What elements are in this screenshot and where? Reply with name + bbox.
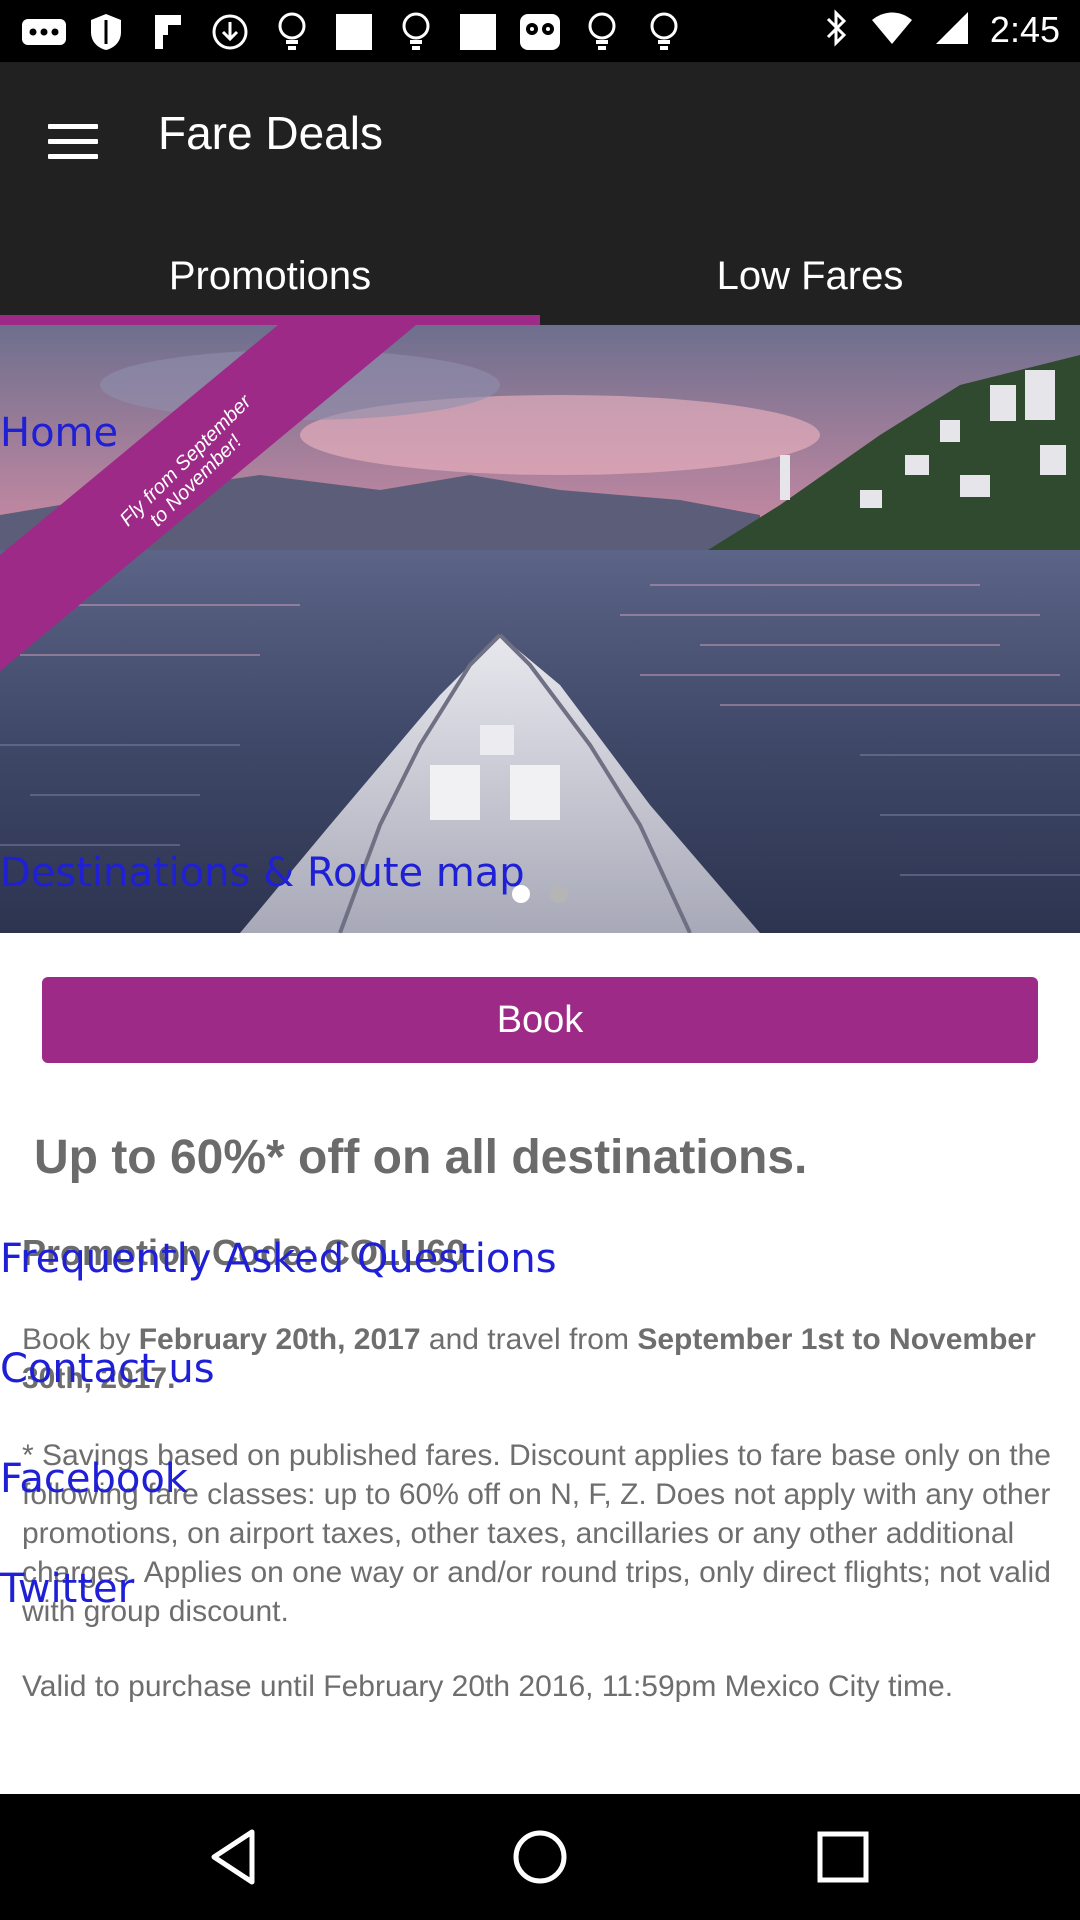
tab-indicator	[0, 315, 540, 325]
wifi-icon	[870, 10, 914, 50]
owl-icon	[518, 10, 562, 54]
square-icon	[456, 10, 500, 54]
recents-icon[interactable]	[808, 1822, 878, 1892]
hamburger-menu-icon[interactable]	[44, 114, 100, 170]
twitter-link[interactable]: Twitter	[0, 1566, 134, 1612]
promo-headline: Up to 60%* off on all destinations.	[34, 1131, 808, 1184]
system-navigation-bar	[0, 1794, 1080, 1920]
lightbulb-icon	[270, 10, 314, 54]
home-icon[interactable]	[505, 1822, 575, 1892]
clock: 2:45	[989, 9, 1060, 50]
validity-text: Valid to purchase until February 20th 20…	[22, 1670, 954, 1703]
tab-label: Low Fares	[716, 253, 904, 298]
status-bar: 2:45	[0, 0, 1080, 62]
lightbulb-icon	[642, 10, 686, 54]
more-icon	[22, 10, 66, 54]
square-icon	[332, 10, 376, 54]
signal-icon	[934, 10, 970, 50]
book-button[interactable]: Book	[42, 977, 1038, 1063]
tab-low-fares[interactable]: Low Fares	[540, 226, 1080, 326]
flipboard-icon	[146, 10, 190, 54]
download-icon	[208, 10, 252, 54]
faq-link[interactable]: Frequently Asked Questions	[0, 1236, 557, 1282]
notification-icons	[22, 10, 686, 54]
app-bar: Fare Deals Promotions Low Fares	[0, 62, 1080, 325]
tab-promotions[interactable]: Promotions	[0, 226, 540, 326]
lightbulb-icon	[394, 10, 438, 54]
home-link[interactable]: Home	[0, 410, 118, 456]
lightbulb-icon	[580, 10, 624, 54]
text: and travel from	[420, 1323, 638, 1356]
bluetooth-icon	[824, 8, 850, 52]
promo-banner-image[interactable]: Fly from September to November!	[0, 325, 1080, 933]
page-title: Fare Deals	[158, 107, 383, 159]
shield-icon	[84, 10, 128, 54]
destinations-route-map-link[interactable]: Destinations & Route map	[0, 850, 525, 896]
back-icon[interactable]	[200, 1822, 270, 1892]
system-icons: 2:45	[824, 8, 1060, 52]
tab-label: Promotions	[168, 253, 372, 298]
facebook-link[interactable]: Facebook	[0, 1456, 188, 1502]
carousel-dot[interactable]	[550, 885, 568, 903]
contact-us-link[interactable]: Contact us	[0, 1346, 215, 1392]
